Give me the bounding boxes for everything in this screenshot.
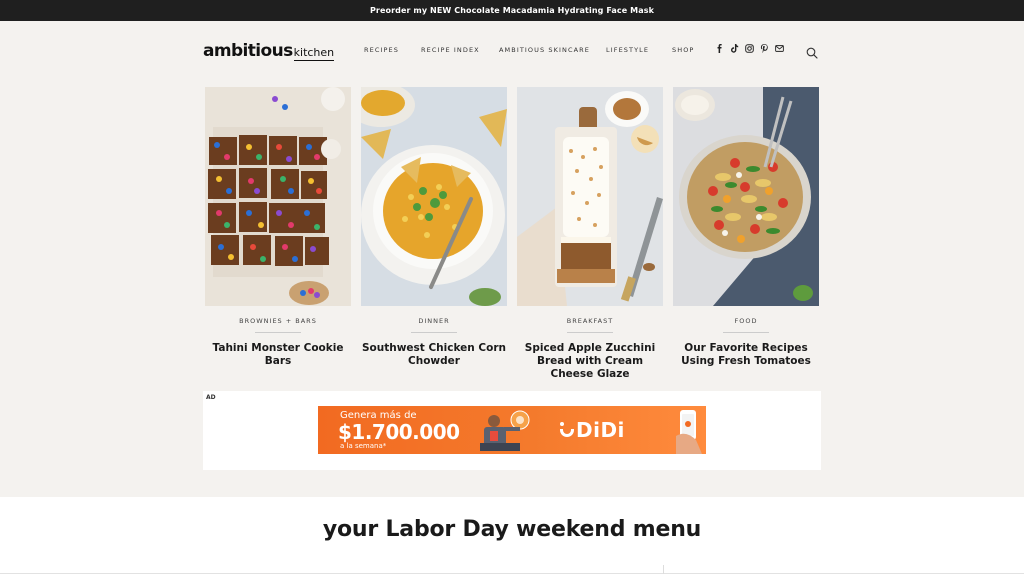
ad-amount: $1.700.000 xyxy=(338,420,460,444)
recipe-title[interactable]: Southwest Chicken Corn Chowder xyxy=(361,342,507,368)
nav-ambitious-skincare[interactable]: AMBITIOUS SKINCARE xyxy=(499,46,590,54)
search-icon[interactable] xyxy=(806,44,818,59)
recipe-card-4: FOOD Our Favorite Recipes Using Fresh To… xyxy=(673,87,819,368)
nav-shop[interactable]: SHOP xyxy=(672,46,694,54)
recipe-image-tomato-salad[interactable] xyxy=(673,87,819,306)
social-links xyxy=(715,44,784,53)
recipe-card-3: BREAKFAST Spiced Apple Zucchini Bread wi… xyxy=(517,87,663,381)
recipe-card-1: BROWNIES + BARS Tahini Monster Cookie Ba… xyxy=(205,87,351,368)
site-logo[interactable]: ambitious kitchen xyxy=(203,41,335,61)
divider xyxy=(663,565,664,574)
recipe-image-zucchini-bread[interactable] xyxy=(517,87,663,306)
recipe-title[interactable]: Our Favorite Recipes Using Fresh Tomatoe… xyxy=(673,342,819,368)
instagram-icon[interactable] xyxy=(745,44,754,53)
ad-label: AD xyxy=(206,394,216,401)
lower-section: your Labor Day weekend menu xyxy=(0,497,1024,576)
recipe-category[interactable]: BREAKFAST xyxy=(517,317,663,325)
ad-brand: DiDi xyxy=(576,418,625,442)
recipe-title[interactable]: Tahini Monster Cookie Bars xyxy=(205,342,351,368)
tiktok-icon[interactable] xyxy=(730,44,739,53)
ad-phone-illustration xyxy=(676,410,702,454)
recipe-title[interactable]: Spiced Apple Zucchini Bread with Cream C… xyxy=(517,342,663,381)
promo-banner[interactable]: Preorder my NEW Chocolate Macadamia Hydr… xyxy=(0,0,1024,21)
nav-recipe-index[interactable]: RECIPE INDEX xyxy=(421,46,480,54)
logo-sub-text: kitchen xyxy=(293,46,335,61)
divider xyxy=(0,573,1024,574)
divider xyxy=(255,332,301,333)
recipe-card-2: DINNER Southwest Chicken Corn Chowder xyxy=(361,87,507,368)
recipe-category[interactable]: BROWNIES + BARS xyxy=(205,317,351,325)
recipe-image-cookie-bars[interactable] xyxy=(205,87,351,306)
ad-banner[interactable]: Genera más de $1.700.000 a la semana* Di… xyxy=(318,406,706,454)
ad-subline: a la semana* xyxy=(340,442,387,450)
recipe-image-corn-chowder[interactable] xyxy=(361,87,507,306)
nav-lifestyle[interactable]: LIFESTYLE xyxy=(606,46,649,54)
divider xyxy=(723,332,769,333)
ad-container: AD Genera más de $1.700.000 a la semana*… xyxy=(203,391,821,470)
didi-logo-icon xyxy=(560,422,574,437)
promo-text[interactable]: Preorder my NEW Chocolate Macadamia Hydr… xyxy=(370,6,654,15)
divider xyxy=(567,332,613,333)
section-title: your Labor Day weekend menu xyxy=(322,517,702,542)
logo-main-text: ambitious xyxy=(203,41,293,61)
nav-recipes[interactable]: RECIPES xyxy=(364,46,399,54)
facebook-icon[interactable] xyxy=(715,44,724,53)
ad-person-illustration xyxy=(480,410,530,451)
email-icon[interactable] xyxy=(775,44,784,53)
recipe-category[interactable]: FOOD xyxy=(673,317,819,325)
pinterest-icon[interactable] xyxy=(760,44,769,53)
recipe-category[interactable]: DINNER xyxy=(361,317,507,325)
divider xyxy=(411,332,457,333)
